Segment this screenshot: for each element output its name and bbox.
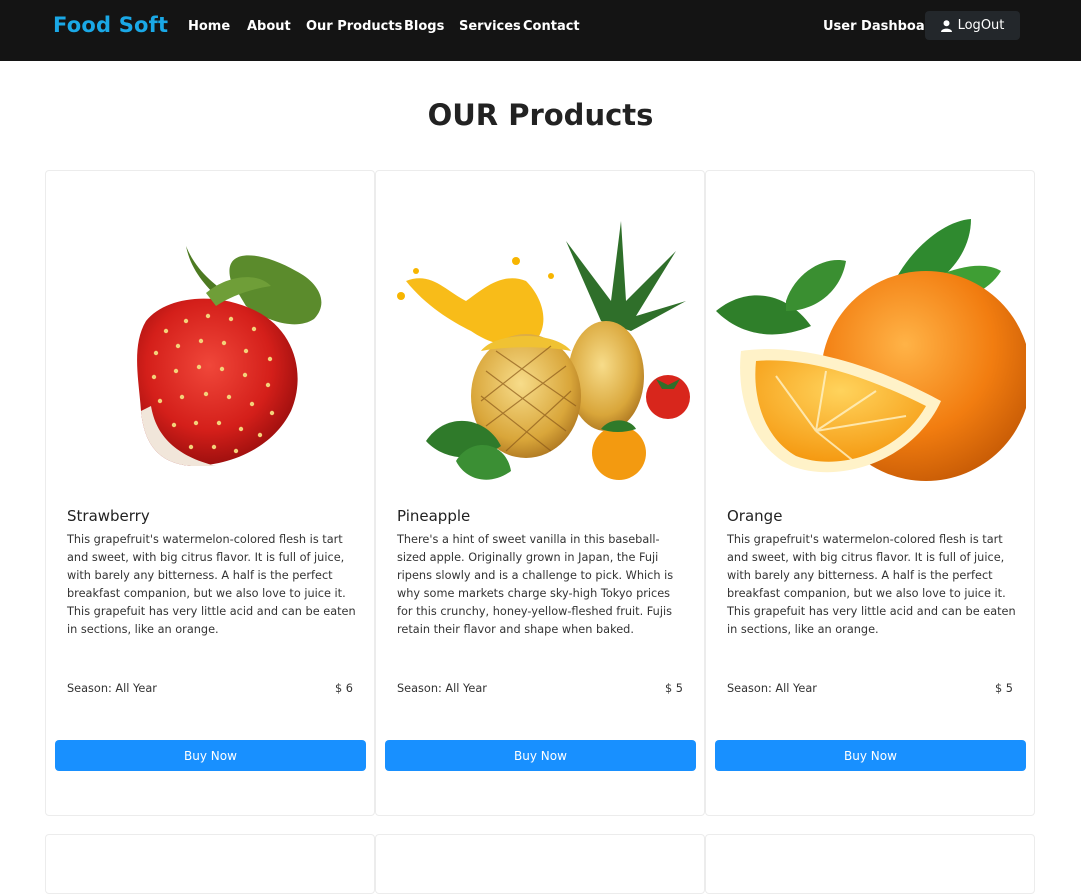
page-title: OUR Products [427,98,654,132]
product-season: Season: All Year [727,682,817,695]
strawberry-image [56,201,366,501]
product-name: Strawberry [67,507,150,525]
navbar: Food Soft Home About Our Products Blogs … [0,0,1081,61]
nav-link-blogs[interactable]: Blogs [404,19,444,34]
logout-label: LogOut [957,18,1005,33]
product-card [705,834,1035,894]
nav-link-contact[interactable]: Contact [523,19,580,34]
product-card-strawberry: Strawberry This grapefruit's watermelon-… [45,170,375,816]
product-description: This grapefruit's watermelon-colored fle… [67,533,356,636]
buy-now-button[interactable]: Buy Now [385,740,696,771]
nav-link-our-products[interactable]: Our Products [306,19,402,34]
product-season: Season: All Year [67,682,157,695]
product-season: Season: All Year [397,682,487,695]
product-card-orange: Orange This grapefruit's watermelon-colo… [705,170,1035,816]
user-dashboard-link[interactable]: User Dashboard [823,19,940,34]
product-price: $ 5 [995,682,1013,695]
product-description: There's a hint of sweet vanilla in this … [397,533,674,636]
orange-image [716,201,1031,501]
product-name: Orange [727,507,783,525]
product-price: $ 6 [335,682,353,695]
product-description: This grapefruit's watermelon-colored fle… [727,533,1016,636]
nav-link-home[interactable]: Home [188,19,230,34]
product-price: $ 5 [665,682,683,695]
pineapple-image [386,201,696,501]
brand-logo[interactable]: Food Soft [53,13,168,37]
user-icon [940,19,952,32]
logout-button[interactable]: LogOut [925,11,1020,40]
product-card [375,834,705,894]
nav-link-about[interactable]: About [247,19,291,34]
buy-now-button[interactable]: Buy Now [55,740,366,771]
product-card-pineapple: Pineapple There's a hint of sweet vanill… [375,170,705,816]
product-name: Pineapple [397,507,471,525]
product-card [45,834,375,894]
buy-now-button[interactable]: Buy Now [715,740,1026,771]
nav-link-services[interactable]: Services [459,19,521,34]
